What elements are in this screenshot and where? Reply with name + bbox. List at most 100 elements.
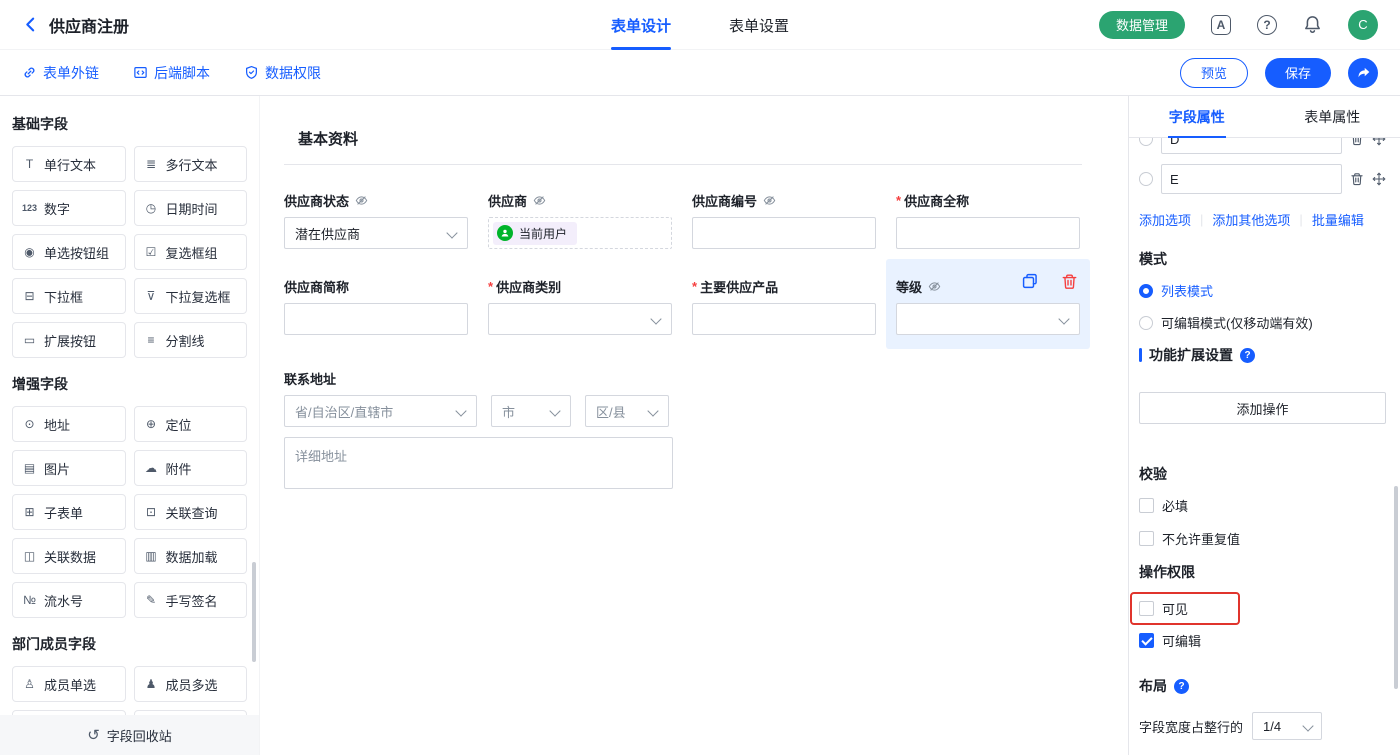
sidebar-item-checkbox-group[interactable]: ☑复选框组 [134,234,248,270]
option-value-input[interactable] [1161,138,1342,154]
subform-icon: ⊞ [22,505,37,519]
field-label: 供应商编号 [692,191,757,210]
canvas-field-contact-address[interactable]: 联系地址 省/自治区/直辖市 市 区/县 [284,369,1088,489]
shield-icon [244,65,259,80]
sidebar-scrollbar[interactable] [252,562,256,662]
supplier-user-box[interactable]: 当前用户 [488,217,672,249]
sidebar-item-multi-line-text[interactable]: ≣多行文本 [134,146,248,182]
level-select[interactable] [896,303,1080,335]
sidebar-item-number[interactable]: 123数字 [12,190,126,226]
sidebar-item-single-line-text[interactable]: T单行文本 [12,146,126,182]
notification-bell-icon[interactable] [1303,15,1322,34]
sidebar-item-subform[interactable]: ⊞子表单 [12,494,126,530]
sidebar-item-handwritten-signature[interactable]: ✎手写签名 [134,582,248,618]
permission-section-title: 操作权限 [1139,562,1386,582]
backend-script-link[interactable]: 后端脚本 [133,63,210,83]
copy-field-icon[interactable] [1021,272,1039,290]
option-radio[interactable] [1139,138,1153,146]
sidebar-item-radio-group[interactable]: ◉单选按钮组 [12,234,126,270]
panel-scrollbar[interactable] [1394,486,1398,689]
mode-editable-radio[interactable]: 可编辑模式(仅移动端有效) [1139,313,1386,332]
supplier-full-name-input[interactable] [896,217,1080,249]
move-option-icon[interactable] [1372,172,1386,186]
sidebar-item-serial-number[interactable]: №流水号 [12,582,126,618]
sidebar-item-data-load[interactable]: ▥数据加载 [134,538,248,574]
tab-field-properties[interactable]: 字段属性 [1129,96,1265,137]
no-duplicate-checkbox-row[interactable]: 不允许重复值 [1139,529,1386,548]
sidebar-item-datetime[interactable]: ◷日期时间 [134,190,248,226]
required-checkbox-row[interactable]: 必填 [1139,496,1386,515]
delete-option-icon[interactable] [1350,138,1364,146]
canvas-field-supplier-status[interactable]: 供应商状态 潜在供应商 [284,191,468,249]
hidden-eye-icon [763,194,776,207]
province-select[interactable]: 省/自治区/直辖市 [284,395,477,427]
sidebar-item-extend-button[interactable]: ▭扩展按钮 [12,322,126,358]
sidebar-item-multi-dropdown[interactable]: ⊽下拉复选框 [134,278,248,314]
data-manage-button[interactable]: 数据管理 [1099,11,1185,39]
user-avatar[interactable]: C [1348,10,1378,40]
main-products-input[interactable] [692,303,876,335]
canvas-field-level[interactable]: 等级 [886,259,1090,349]
field-width-select[interactable]: 1/4 [1252,712,1322,740]
no-duplicate-checkbox[interactable] [1139,531,1154,546]
field-recycle-bin[interactable]: ↺ 字段回收站 [0,715,259,755]
option-value-input[interactable] [1161,164,1342,194]
visible-checkbox[interactable] [1139,601,1154,616]
help-icon[interactable]: ? [1257,15,1277,35]
delete-option-icon[interactable] [1350,172,1364,186]
current-user-tag[interactable]: 当前用户 [493,222,577,245]
layout-section-title: 布局 [1139,676,1167,696]
canvas-field-supplier-no[interactable]: 供应商编号 [692,191,876,249]
move-option-icon[interactable] [1372,138,1386,146]
sidebar-item-divider-line[interactable]: ≡分割线 [134,322,248,358]
mode-list-radio[interactable]: 列表模式 [1139,281,1386,300]
visible-checkbox-row[interactable]: 可见 [1139,599,1188,618]
canvas-field-supplier-short-name[interactable]: 供应商简称 [284,277,468,335]
add-other-option-link[interactable]: 添加其他选项 [1212,210,1290,229]
supplier-status-select[interactable]: 潜在供应商 [284,217,468,249]
add-option-link: 添加选项 [1139,210,1191,229]
sidebar-item-attachment[interactable]: ☁附件 [134,450,248,486]
sidebar-item-dropdown[interactable]: ⊟下拉框 [12,278,126,314]
tab-form-properties[interactable]: 表单属性 [1265,96,1400,137]
city-select[interactable]: 市 [491,395,571,427]
editable-checkbox[interactable] [1139,633,1154,648]
checkbox-label: 不允许重复值 [1162,529,1240,548]
annotation-highlight-box: 可见 [1130,592,1240,625]
help-question-icon[interactable]: ? [1240,348,1255,363]
editable-checkbox-row[interactable]: 可编辑 [1139,631,1386,650]
canvas-field-main-products[interactable]: * 主要供应产品 [692,277,876,335]
sidebar-item-address[interactable]: ⊙地址 [12,406,126,442]
sidebar-item-image[interactable]: ▤图片 [12,450,126,486]
form-external-link[interactable]: 表单外链 [22,63,99,83]
add-operation-button[interactable]: 添加操作 [1139,392,1386,424]
help-question-icon[interactable]: ? [1174,679,1189,694]
data-permission-link[interactable]: 数据权限 [244,63,321,83]
form-section-title[interactable]: 基本资料 [298,128,1088,149]
tab-form-design[interactable]: 表单设计 [611,0,671,50]
canvas-field-supplier-full-name[interactable]: * 供应商全称 [896,191,1080,249]
save-button[interactable]: 保存 [1265,58,1331,88]
district-select[interactable]: 区/县 [585,395,669,427]
supplier-category-select[interactable] [488,303,672,335]
canvas-field-supplier[interactable]: 供应商 当前用户 [488,191,672,249]
supplier-short-name-input[interactable] [284,303,468,335]
option-radio[interactable] [1139,172,1153,186]
sidebar-item-member-single[interactable]: ♙成员单选 [12,666,126,702]
detail-address-textarea[interactable] [284,437,673,489]
sidebar-item-linked-query[interactable]: ⊡关联查询 [134,494,248,530]
supplier-no-input[interactable] [692,217,876,249]
delete-field-icon[interactable] [1061,273,1078,290]
canvas-field-supplier-category[interactable]: * 供应商类别 [488,277,672,335]
share-button[interactable] [1348,58,1378,88]
sidebar-item-location[interactable]: ⊕定位 [134,406,248,442]
field-label-row: * 供应商全称 [896,191,1080,209]
tab-form-settings[interactable]: 表单设置 [729,0,789,50]
required-checkbox[interactable] [1139,498,1154,513]
batch-edit-link[interactable]: 批量编辑 [1312,210,1364,229]
preview-button[interactable]: 预览 [1180,58,1248,88]
translate-icon[interactable]: A [1211,15,1231,35]
back-button[interactable] [22,16,39,33]
sidebar-item-linked-data[interactable]: ◫关联数据 [12,538,126,574]
sidebar-item-member-multi[interactable]: ♟成员多选 [134,666,248,702]
